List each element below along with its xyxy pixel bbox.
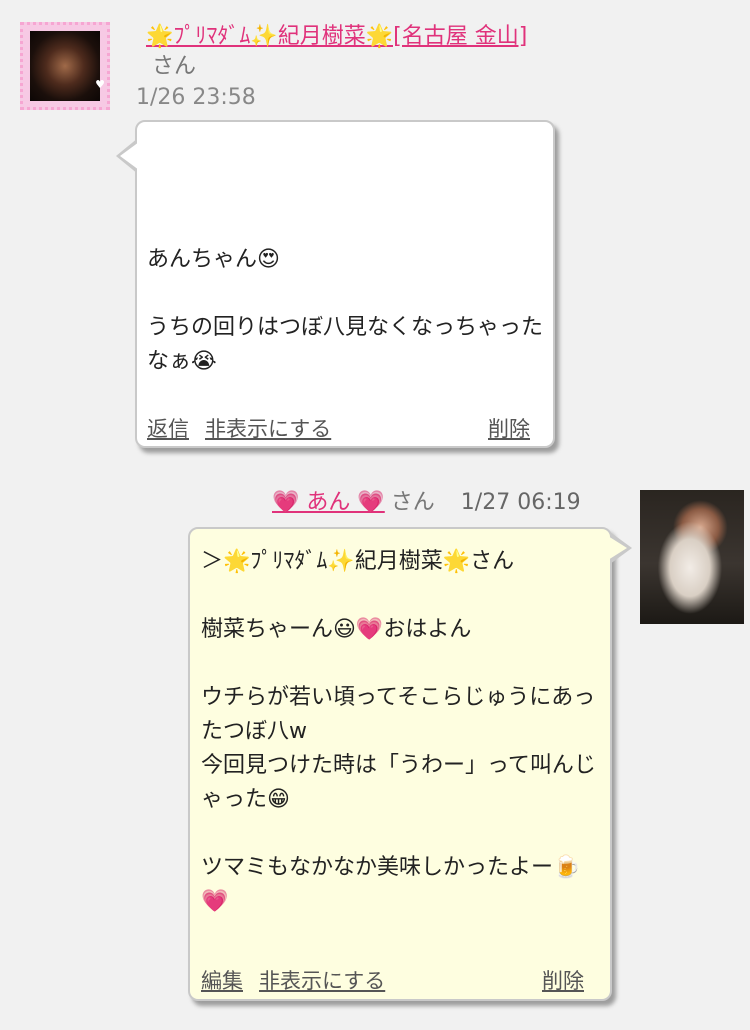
reply-button[interactable]: 返信 <box>147 413 189 443</box>
bubble-tail-2-fill <box>608 536 627 560</box>
timestamp-2: 1/27 06:19 <box>460 490 581 515</box>
hide-button-1[interactable]: 非表示にする <box>205 413 331 443</box>
heart-icon: ♥ <box>95 78 105 91</box>
sender-avatar-2[interactable] <box>640 490 744 624</box>
avatar-photo <box>30 31 100 101</box>
edit-button[interactable]: 編集 <box>201 965 243 995</box>
sender-avatar-1[interactable]: ♥ <box>20 22 110 110</box>
message-1-header: 🌟ﾌﾟﾘﾏﾀﾞﾑ✨紀月樹菜🌟[名古屋 金山] さん <box>146 22 546 82</box>
timestamp-1: 1/26 23:58 <box>136 85 256 110</box>
delete-button-2[interactable]: 削除 <box>542 965 584 995</box>
honorific-2: さん <box>390 490 435 515</box>
message-body-2: ＞🌟ﾌﾟﾘﾏﾀﾞﾑ✨紀月樹菜🌟さん 樹菜ちゃーん😃💗おはよん ウチらが若い頃って… <box>201 549 596 914</box>
message-2-header: 💗 あん 💗 さん 1/27 06:19 <box>272 488 581 518</box>
bubble-tail-1-fill <box>120 142 139 170</box>
honorific-1: さん <box>152 54 197 79</box>
sender-name-link-1[interactable]: 🌟ﾌﾟﾘﾏﾀﾞﾑ✨紀月樹菜🌟[名古屋 金山] <box>146 24 527 49</box>
sender-name-link-2[interactable]: 💗 あん 💗 <box>272 490 385 515</box>
delete-button-1[interactable]: 削除 <box>488 413 530 443</box>
hide-button-2[interactable]: 非表示にする <box>259 965 385 995</box>
message-body-1: あんちゃん😍 うちの回りはつぼ八見なくなっちゃったなぁ😭 <box>147 247 544 374</box>
